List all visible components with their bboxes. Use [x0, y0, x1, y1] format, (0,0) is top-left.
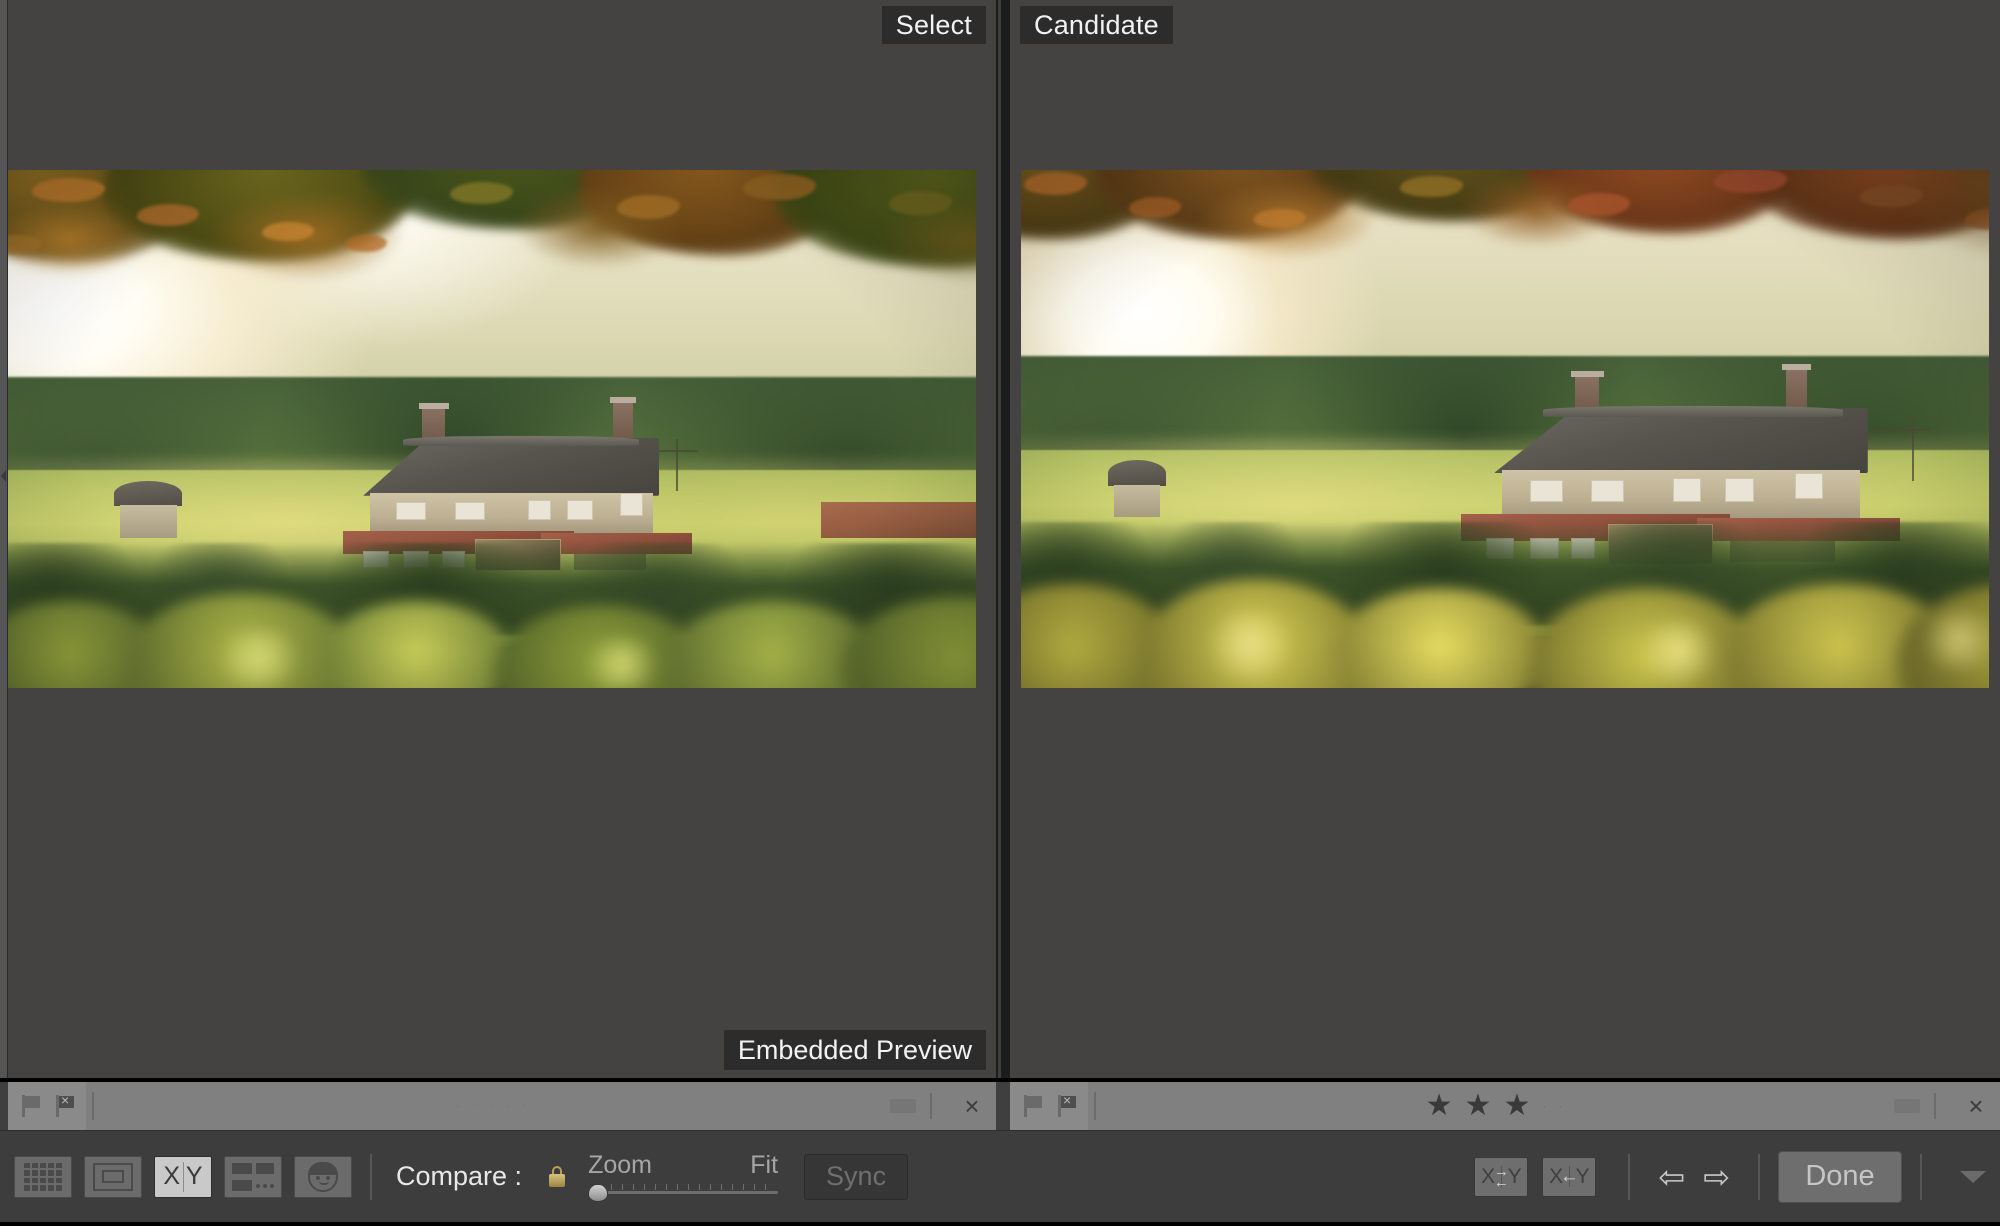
candidate-flag-group: [1010, 1082, 1088, 1130]
candidate-photo[interactable]: [1021, 170, 1989, 688]
face-icon: [308, 1161, 338, 1192]
zoom-slider-handle[interactable]: [588, 1184, 609, 1202]
candidate-color-label-badge[interactable]: [1894, 1099, 1920, 1113]
next-photo-button[interactable]: ⇨: [1703, 1161, 1730, 1193]
infobar-divider: [92, 1092, 94, 1120]
people-view-button[interactable]: [294, 1155, 352, 1198]
compare-view-button[interactable]: X Y: [154, 1155, 212, 1198]
compare-mode-label: Compare :: [396, 1161, 523, 1191]
toolbar-divider-1: [370, 1153, 372, 1200]
make-select-x-label: X: [1543, 1166, 1570, 1187]
lock-closed-icon[interactable]: [548, 1165, 566, 1188]
telegraph-pole: [1911, 418, 1914, 481]
star-4[interactable]: ·: [1542, 1091, 1546, 1121]
compare-x-label: X: [161, 1161, 184, 1192]
loupe-view-button[interactable]: [84, 1155, 142, 1198]
star-5[interactable]: ·: [1558, 1091, 1562, 1121]
candidate-infobar: ★ ★ ★ · · ×: [1010, 1082, 2000, 1130]
survey-icon: [232, 1162, 274, 1191]
swap-x-label: X: [1475, 1166, 1502, 1187]
toolbar-divider-2: [1628, 1153, 1631, 1200]
candidate-label: Candidate: [1020, 6, 1173, 44]
grid-view-button[interactable]: [14, 1155, 72, 1198]
compare-area: Select Embedded Preview Candidate: [0, 0, 2000, 1078]
select-close-button[interactable]: ×: [948, 1082, 996, 1130]
lightroom-compare-window: Select Embedded Preview Candidate × · · …: [0, 0, 2000, 1226]
embedded-preview-badge: Embedded Preview: [723, 1030, 986, 1070]
navigation-arrows: ⇦ ⇨: [1658, 1161, 1730, 1193]
foreground-bokeh-layer: [1021, 502, 1989, 688]
star-2[interactable]: ★: [1465, 1091, 1492, 1121]
select-infobar: · · · · · ×: [8, 1082, 996, 1130]
infobar-divider-right: [1934, 1093, 1936, 1119]
toolbar-divider-4: [1920, 1153, 1922, 1200]
pick-flag-icon[interactable]: [22, 1095, 42, 1117]
chevron-down-icon[interactable]: [1960, 1170, 1986, 1183]
zoom-slider-track[interactable]: [588, 1182, 779, 1202]
candidate-close-button[interactable]: ×: [1952, 1082, 2000, 1130]
pick-flag-icon[interactable]: [1024, 1095, 1044, 1117]
grid-icon: [24, 1162, 62, 1191]
swap-select-candidate-button[interactable]: X Y → ←: [1474, 1156, 1529, 1197]
survey-view-button[interactable]: [224, 1155, 282, 1198]
candidate-photo-scene: [1021, 170, 1989, 688]
zoom-slider-line: [600, 1191, 779, 1194]
select-label: Select: [881, 6, 986, 44]
canopy-detail-layer: [1021, 170, 1989, 346]
candidate-rating-stars[interactable]: ★ ★ ★ · ·: [1426, 1091, 1563, 1121]
canopy-detail-layer: [8, 170, 976, 356]
star-3[interactable]: ★: [1503, 1091, 1530, 1121]
swap-y-label: Y: [1507, 1165, 1522, 1188]
fit-label: Fit: [750, 1151, 779, 1179]
star-5[interactable]: ·: [522, 1091, 526, 1121]
make-candidate-select-button[interactable]: X Y ←: [1542, 1156, 1597, 1197]
sync-button[interactable]: Sync: [804, 1153, 909, 1200]
loupe-icon: [93, 1162, 133, 1191]
select-photo-scene: [8, 170, 976, 688]
zoom-slider-ticks: [600, 1184, 777, 1190]
zoom-slider-labels: Zoom Fit: [588, 1151, 778, 1180]
window-bottom-edge: [0, 1222, 2000, 1226]
select-photo[interactable]: [8, 170, 976, 688]
star-3[interactable]: ·: [489, 1091, 493, 1121]
select-rating-stars[interactable]: · · · · ·: [456, 1091, 526, 1121]
make-select-y-label: Y: [1575, 1165, 1590, 1188]
star-4[interactable]: ·: [505, 1091, 509, 1121]
infobar-divider-right: [930, 1093, 932, 1119]
done-button[interactable]: Done: [1778, 1150, 1902, 1203]
bottom-toolbar: X Y Compare : Zoom Fit Sync X Y → ← X Y …: [0, 1130, 2000, 1222]
foreground-bokeh-layer: [8, 522, 976, 688]
reject-flag-icon[interactable]: [56, 1095, 76, 1117]
toolbar-divider-3: [1758, 1153, 1760, 1200]
compare-xy-icon: X Y: [161, 1161, 205, 1192]
zoom-label: Zoom: [588, 1151, 652, 1179]
star-1[interactable]: ★: [1426, 1091, 1453, 1121]
previous-photo-button[interactable]: ⇦: [1658, 1161, 1685, 1193]
pane-divider[interactable]: [996, 0, 1010, 1078]
compare-y-label: Y: [185, 1162, 203, 1190]
star-2[interactable]: ·: [472, 1091, 476, 1121]
view-mode-buttons: X Y: [0, 1155, 352, 1198]
reject-flag-icon[interactable]: [1058, 1095, 1078, 1117]
infobar-divider: [1094, 1092, 1096, 1120]
zoom-slider-group: Zoom Fit: [588, 1151, 779, 1202]
select-flag-group: [8, 1082, 86, 1130]
select-color-label-badge[interactable]: [890, 1099, 916, 1113]
star-1[interactable]: ·: [456, 1091, 460, 1121]
